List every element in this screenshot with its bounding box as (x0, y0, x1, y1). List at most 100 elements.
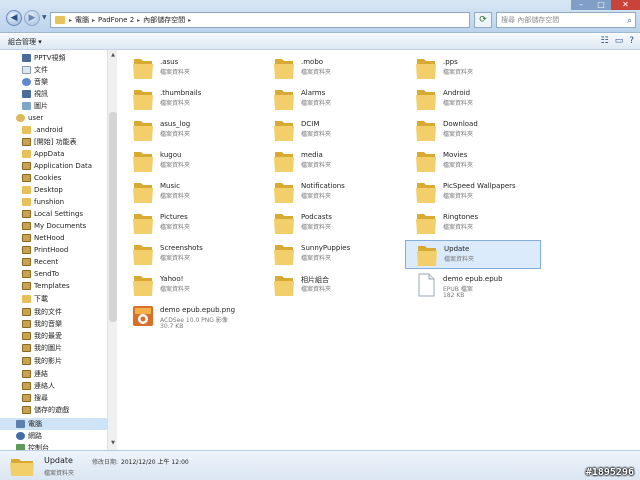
folder-item[interactable]: PicSpeed Wallpapers 檔案資料夾 (405, 178, 541, 207)
folder-item[interactable]: Update 檔案資料夾 (405, 240, 541, 269)
sidebar-item[interactable]: SendTo (22, 268, 59, 280)
folder-icon (417, 246, 437, 266)
history-dropdown-icon[interactable]: ▼ (42, 14, 47, 21)
back-button[interactable]: ◀ (6, 10, 22, 26)
item-name: Update (444, 245, 470, 253)
details-pane: Update 檔案資料夾 修改日期: 2012/12/20 上午 12:00 #1… (0, 450, 640, 480)
preview-pane-icon[interactable]: ▭ (615, 36, 624, 46)
item-name: PicSpeed Wallpapers (443, 182, 516, 190)
refresh-button[interactable]: ⟳ (474, 12, 492, 28)
breadcrumb-item[interactable]: PadFone 2 (98, 16, 134, 24)
folder-item[interactable]: 相片組合 檔案資料夾 (263, 271, 399, 300)
special-icon (22, 258, 31, 266)
view-options-icon[interactable]: ☷ (601, 36, 609, 46)
file-item[interactable]: demo epub.epub.png ACDSee 10.0 PNG 影像 30.7… (122, 302, 258, 331)
breadcrumb-separator-icon[interactable]: ▸ (188, 17, 191, 24)
sidebar-item[interactable]: NetHood (22, 232, 65, 244)
navigation-scrollbar[interactable]: ▲ ▼ (107, 50, 117, 450)
sidebar-item[interactable]: 我的影片 (22, 355, 62, 367)
folder-item[interactable]: SunnyPuppies 檔案資料夾 (263, 240, 399, 269)
sidebar-item[interactable]: AppData (22, 148, 64, 160)
close-button[interactable]: ✕ (611, 0, 640, 10)
scroll-down-icon[interactable]: ▼ (109, 440, 117, 448)
minimize-button[interactable]: – (571, 0, 591, 10)
sidebar-item[interactable]: funshion (22, 196, 64, 208)
help-icon[interactable]: ? (629, 36, 634, 46)
address-bar[interactable]: ▸ 電腦 ▸ PadFone 2 ▸ 內部儲存空間 ▸ (50, 12, 470, 28)
sidebar-item[interactable]: Desktop (22, 184, 63, 196)
folder-item[interactable]: Pictures 檔案資料夾 (122, 209, 258, 238)
modified-value: 2012/12/20 上午 12:00 (121, 459, 189, 466)
sidebar-item-label: 我的最愛 (34, 332, 62, 340)
sidebar-item[interactable]: 控制台 (16, 442, 49, 450)
scroll-up-icon[interactable]: ▲ (109, 52, 117, 60)
breadcrumb-separator-icon[interactable]: ▸ (92, 17, 95, 24)
file-item[interactable]: demo epub.epub EPUB 檔案 182 KB (405, 271, 541, 300)
sidebar-item[interactable]: 我的圖片 (22, 342, 62, 354)
folder-item[interactable]: Notifications 檔案資料夾 (263, 178, 399, 207)
sidebar-item[interactable]: 網路 (16, 430, 42, 442)
sidebar-item[interactable]: Templates (22, 280, 70, 292)
folder-item[interactable]: media 檔案資料夾 (263, 147, 399, 176)
item-name: Pictures (160, 213, 188, 221)
special-icon (22, 382, 31, 390)
folder-item[interactable]: Download 檔案資料夾 (405, 116, 541, 145)
sidebar-item[interactable]: 下載 (22, 293, 48, 305)
sidebar-item[interactable]: 視訊 (22, 88, 48, 100)
search-input[interactable]: 搜尋 內部儲存空間 ⌕ (496, 12, 636, 28)
selected-item-type: 檔案資料夾 (44, 470, 75, 477)
sidebar-item[interactable]: Cookies (22, 172, 61, 184)
folder-item[interactable]: Podcasts 檔案資料夾 (263, 209, 399, 238)
sidebar-item[interactable]: 儲存的遊戲 (22, 404, 69, 416)
sidebar-item[interactable]: My Documents (22, 220, 86, 232)
scroll-thumb[interactable] (109, 112, 117, 322)
folder-item[interactable]: .mobo 檔案資料夾 (263, 54, 399, 83)
breadcrumb-separator-icon[interactable]: ▸ (69, 17, 72, 24)
item-name: kugou (160, 151, 182, 159)
sidebar-item[interactable]: 音樂 (22, 76, 48, 88)
forward-button[interactable]: ▶ (24, 10, 40, 26)
sidebar-item[interactable]: .android (22, 124, 63, 136)
sidebar-item[interactable]: 我的音樂 (22, 318, 62, 330)
breadcrumb-item[interactable]: 電腦 (75, 15, 89, 25)
folder-item[interactable]: .pps 檔案資料夾 (405, 54, 541, 83)
sidebar-item[interactable]: 搜尋 (22, 392, 48, 404)
sidebar-item[interactable]: [開始] 功能表 (22, 136, 77, 148)
breadcrumb-separator-icon[interactable]: ▸ (137, 17, 140, 24)
folder-icon (133, 245, 153, 265)
sidebar-item[interactable]: Local Settings (22, 208, 83, 220)
sidebar-item[interactable]: 連絡人 (22, 380, 55, 392)
sidebar-item[interactable]: 我的最愛 (22, 330, 62, 342)
folder-icon (22, 198, 31, 206)
folder-item[interactable]: Music 檔案資料夾 (122, 178, 258, 207)
folder-item[interactable]: asus_log 檔案資料夾 (122, 116, 258, 145)
search-icon[interactable]: ⌕ (627, 14, 632, 28)
folder-item[interactable]: Movies 檔案資料夾 (405, 147, 541, 176)
sidebar-item[interactable]: user (16, 112, 43, 124)
maximize-button[interactable]: □ (591, 0, 611, 10)
sidebar-item[interactable]: Recent (22, 256, 58, 268)
sidebar-item[interactable]: 電腦 (0, 418, 107, 430)
folder-item[interactable]: .thumbnails 檔案資料夾 (122, 85, 258, 114)
sidebar-item[interactable]: 我的文件 (22, 306, 62, 318)
folder-item[interactable]: DCIM 檔案資料夾 (263, 116, 399, 145)
breadcrumb-item[interactable]: 內部儲存空間 (143, 15, 185, 25)
sidebar-item[interactable]: Application Data (22, 160, 92, 172)
sidebar-item[interactable]: 連結 (22, 368, 48, 380)
sidebar-item[interactable]: 圖片 (22, 100, 48, 112)
folder-item[interactable]: Alarms 檔案資料夾 (263, 85, 399, 114)
folder-item[interactable]: kugou 檔案資料夾 (122, 147, 258, 176)
sidebar-item-label: 圖片 (34, 102, 48, 110)
folder-item[interactable]: Android 檔案資料夾 (405, 85, 541, 114)
organize-button[interactable]: 組合管理 ▾ (8, 37, 42, 47)
sidebar-item[interactable]: PrintHood (22, 244, 68, 256)
folder-item[interactable]: .asus 檔案資料夾 (122, 54, 258, 83)
sidebar-item[interactable]: 文件 (22, 64, 48, 76)
folder-item[interactable]: Ringtones 檔案資料夾 (405, 209, 541, 238)
sidebar-item-label: SendTo (34, 270, 59, 278)
sidebar-item[interactable]: PPTV視頻 (22, 52, 66, 64)
folder-item[interactable]: Screenshots 檔案資料夾 (122, 240, 258, 269)
folder-item[interactable]: Yahoo! 檔案資料夾 (122, 271, 258, 300)
item-type: 檔案資料夾 (160, 224, 191, 231)
item-type: 檔案資料夾 (443, 162, 474, 169)
